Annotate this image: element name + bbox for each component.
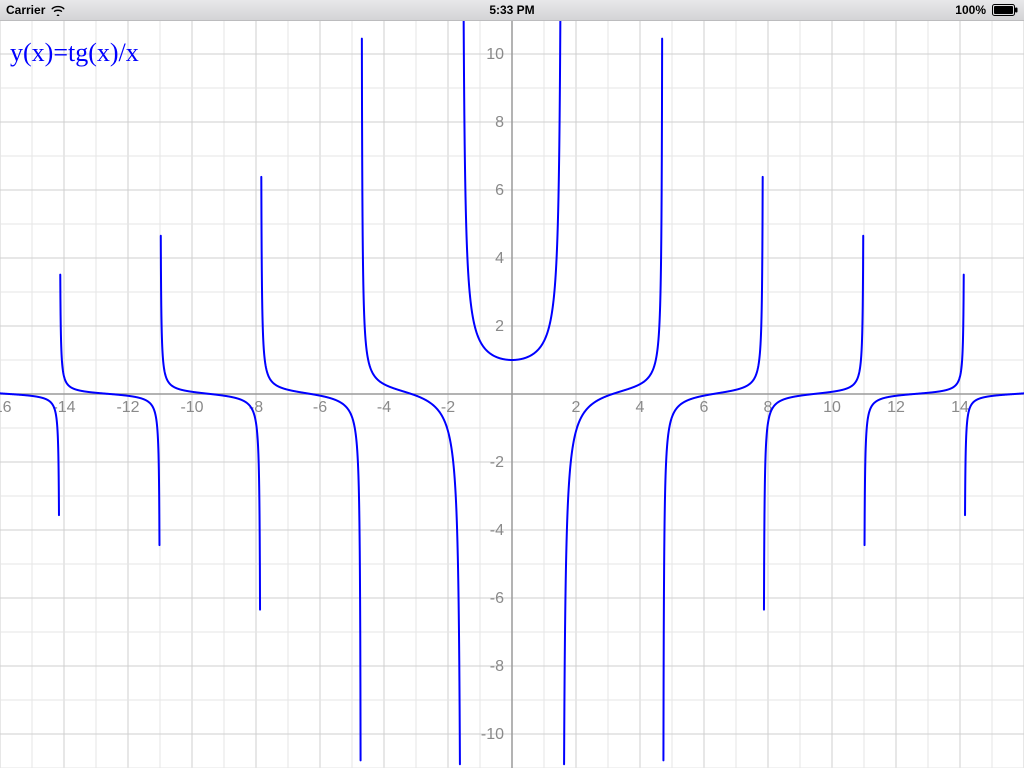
svg-text:2: 2 [495,318,504,335]
graph-area[interactable]: y(x)=tg(x)/x -16-14-12-10-8-6-4-22468101… [0,20,1024,768]
svg-text:10: 10 [486,46,504,63]
svg-text:-6: -6 [490,590,504,607]
status-bar: Carrier 5:33 PM 100% [0,0,1024,21]
svg-text:-12: -12 [116,399,139,416]
svg-text:10: 10 [823,399,841,416]
svg-text:14: 14 [951,399,969,416]
svg-text:2: 2 [572,399,581,416]
formula-label: y(x)=tg(x)/x [10,38,139,68]
battery-percent: 100% [955,3,986,17]
svg-text:-2: -2 [441,399,455,416]
svg-text:-4: -4 [490,522,504,539]
svg-text:12: 12 [887,399,905,416]
svg-text:-4: -4 [377,399,391,416]
svg-text:4: 4 [636,399,645,416]
svg-text:-6: -6 [313,399,327,416]
wifi-icon [51,4,65,16]
svg-text:-10: -10 [481,726,504,743]
svg-text:-8: -8 [490,658,504,675]
svg-text:4: 4 [495,250,504,267]
svg-text:6: 6 [700,399,709,416]
svg-text:6: 6 [495,182,504,199]
function-plot[interactable]: -16-14-12-10-8-6-4-22468101214-10-8-6-4-… [0,20,1024,768]
carrier-label: Carrier [6,3,45,17]
svg-text:-2: -2 [490,454,504,471]
svg-text:-10: -10 [180,399,203,416]
svg-text:-16: -16 [0,399,12,416]
clock-label: 5:33 PM [489,3,534,17]
battery-icon [992,4,1018,16]
svg-text:8: 8 [495,114,504,131]
